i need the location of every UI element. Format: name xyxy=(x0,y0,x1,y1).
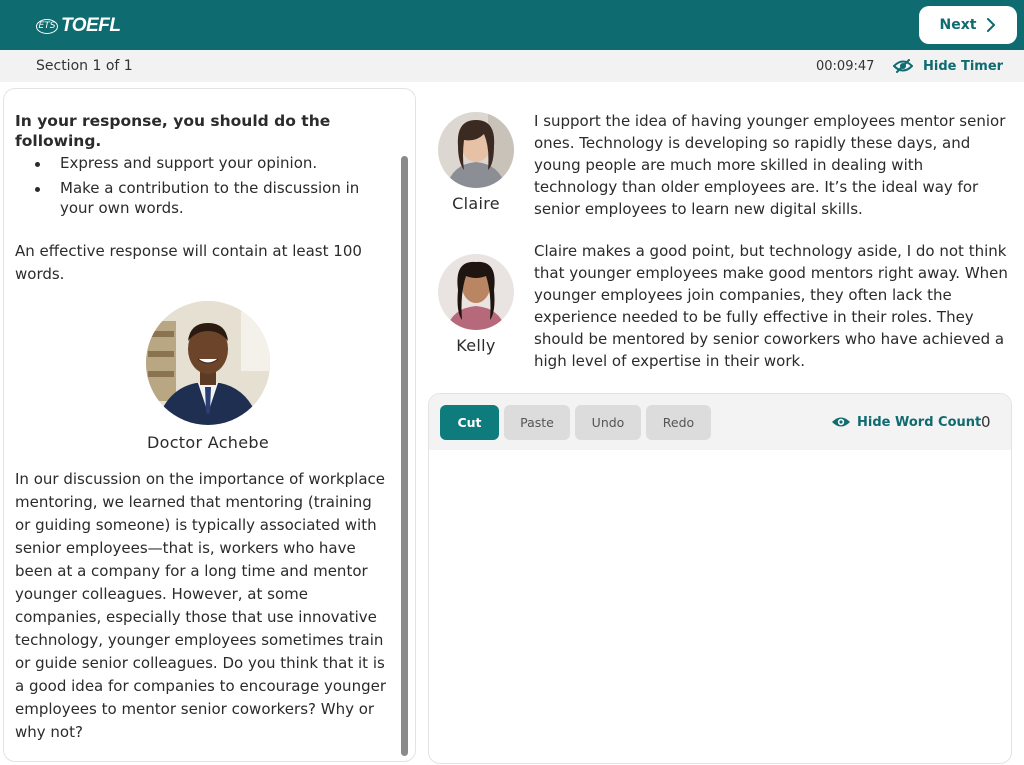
section-bar: Section 1 of 1 00:09:47 Hide Timer xyxy=(0,50,1024,82)
cut-button[interactable]: Cut xyxy=(440,405,499,440)
ets-logo-mark: ETS xyxy=(36,18,58,34)
professor-prompt: In our discussion on the importance of w… xyxy=(15,470,386,741)
eye-slash-icon xyxy=(893,59,913,73)
student-avatar xyxy=(438,254,514,330)
hide-word-count-button[interactable]: Hide Word Count xyxy=(831,413,981,431)
next-button-label: Next xyxy=(939,17,977,33)
undo-button[interactable]: Undo xyxy=(575,405,641,440)
student-post-text: Claire makes a good point, but technolog… xyxy=(534,242,1008,370)
response-editor: Cut Paste Undo Redo Hide Word Count 0 xyxy=(428,393,1012,764)
professor-avatar xyxy=(146,301,270,425)
student-avatar xyxy=(438,112,514,188)
professor-name: Doctor Achebe xyxy=(147,433,269,452)
chevron-right-icon xyxy=(987,18,996,32)
redo-button[interactable]: Redo xyxy=(646,405,711,440)
next-button[interactable]: Next xyxy=(919,6,1017,44)
student-name: Claire xyxy=(452,194,500,213)
eye-icon xyxy=(832,417,850,427)
paste-button[interactable]: Paste xyxy=(504,405,570,440)
section-label: Section 1 of 1 xyxy=(36,58,133,74)
instruction-bullet: Make a contribution to the discussion in… xyxy=(15,178,387,218)
editor-toolbar: Cut Paste Undo Redo Hide Word Count 0 xyxy=(429,394,1011,450)
student-post-text: I support the idea of having younger emp… xyxy=(534,112,1006,218)
student-name: Kelly xyxy=(456,336,496,355)
instructions-title: In your response, you should do the foll… xyxy=(15,112,331,150)
hide-word-count-label: Hide Word Count xyxy=(857,414,982,430)
top-bar: ETS TOEFL Next xyxy=(0,0,1024,50)
prompt-panel[interactable]: In your response, you should do the foll… xyxy=(3,88,416,762)
hide-timer-label: Hide Timer xyxy=(923,58,1004,74)
toefl-logo: ETS TOEFL xyxy=(36,14,121,38)
response-textarea[interactable] xyxy=(429,450,1011,763)
word-count: 0 xyxy=(981,413,991,431)
toefl-logo-text: TOEFL xyxy=(61,15,121,36)
instructions-list: Express and support your opinion. Make a… xyxy=(15,153,387,223)
timer: 00:09:47 xyxy=(816,59,875,74)
instruction-bullet: Express and support your opinion. xyxy=(15,153,387,173)
hide-timer-button[interactable]: Hide Timer xyxy=(893,56,1003,76)
word-requirement-note: An effective response will contain at le… xyxy=(15,242,362,283)
prompt-scrollbar[interactable] xyxy=(401,156,408,756)
